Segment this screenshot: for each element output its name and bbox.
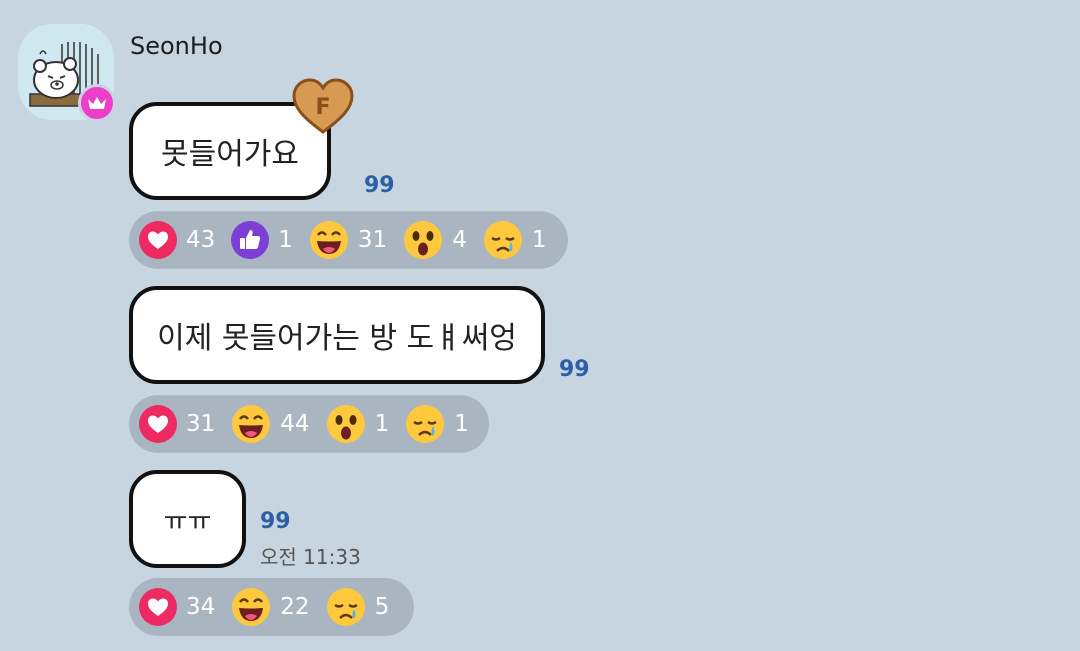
heart-icon: [139, 405, 177, 443]
reaction-bar[interactable]: 34 22 5: [129, 578, 414, 636]
heart-badge-label: F: [315, 95, 330, 120]
sender-name: SeonHo: [130, 32, 223, 60]
laughing-face-icon: [232, 405, 271, 443]
surprised-face-icon: [326, 405, 365, 443]
unread-count: 99: [260, 509, 291, 534]
reaction-cry[interactable]: 5: [326, 587, 392, 627]
message-text: 이제 못들어가는 방 도ㅒ써엉: [157, 321, 517, 356]
reaction-laugh[interactable]: 44: [231, 404, 311, 444]
reaction-bar[interactable]: 43 1 31 4 1: [129, 211, 568, 269]
reaction-heart[interactable]: 31: [139, 405, 217, 443]
laughing-face-icon: [309, 221, 348, 259]
message-text: 못들어가요: [161, 137, 299, 172]
crying-face-icon: [326, 588, 365, 626]
message-bubble[interactable]: ㅠㅠ: [129, 470, 246, 568]
laughing-face-icon: [232, 588, 271, 626]
crying-face-icon: [483, 221, 522, 259]
reaction-count: 1: [454, 411, 469, 437]
reaction-surprise[interactable]: 4: [403, 220, 469, 260]
reaction-count: 1: [531, 227, 547, 253]
reaction-cry[interactable]: 1: [483, 220, 549, 260]
reaction-count: 34: [186, 594, 216, 620]
reaction-bar[interactable]: 31 44 1 1: [129, 395, 489, 453]
reaction-surprise[interactable]: 1: [326, 404, 392, 444]
message-bubble[interactable]: 이제 못들어가는 방 도ㅒ써엉: [129, 286, 545, 384]
heart-badge: F: [292, 78, 354, 140]
reaction-count: 1: [374, 411, 390, 437]
reaction-laugh[interactable]: 22: [231, 587, 311, 627]
reaction-count: 4: [452, 227, 467, 253]
crying-face-icon: [406, 405, 445, 443]
surprised-face-icon: [404, 221, 443, 259]
reaction-cry[interactable]: 1: [405, 404, 471, 444]
reaction-heart[interactable]: 43: [139, 221, 217, 259]
reaction-count: 31: [357, 227, 388, 253]
heart-icon: [139, 221, 177, 259]
crown-badge: [78, 84, 116, 122]
heart-f-badge-icon: F: [292, 78, 354, 134]
reaction-like[interactable]: 1: [231, 221, 295, 259]
reaction-count: 31: [186, 411, 216, 437]
reaction-count: 5: [374, 594, 390, 620]
reaction-count: 22: [280, 594, 310, 620]
thumbs-up-icon: [231, 221, 270, 259]
crown-icon: [88, 97, 106, 109]
heart-icon: [139, 588, 177, 626]
message-text: ㅠㅠ: [163, 506, 212, 537]
reaction-count: 44: [280, 411, 310, 437]
reaction-laugh[interactable]: 31: [309, 220, 389, 260]
reaction-count: 43: [186, 227, 216, 253]
unread-count: 99: [364, 173, 395, 198]
reaction-heart[interactable]: 34: [139, 588, 217, 626]
unread-count: 99: [559, 357, 590, 382]
reaction-count: 1: [278, 227, 293, 253]
message-time: 오전 11:33: [260, 545, 361, 569]
